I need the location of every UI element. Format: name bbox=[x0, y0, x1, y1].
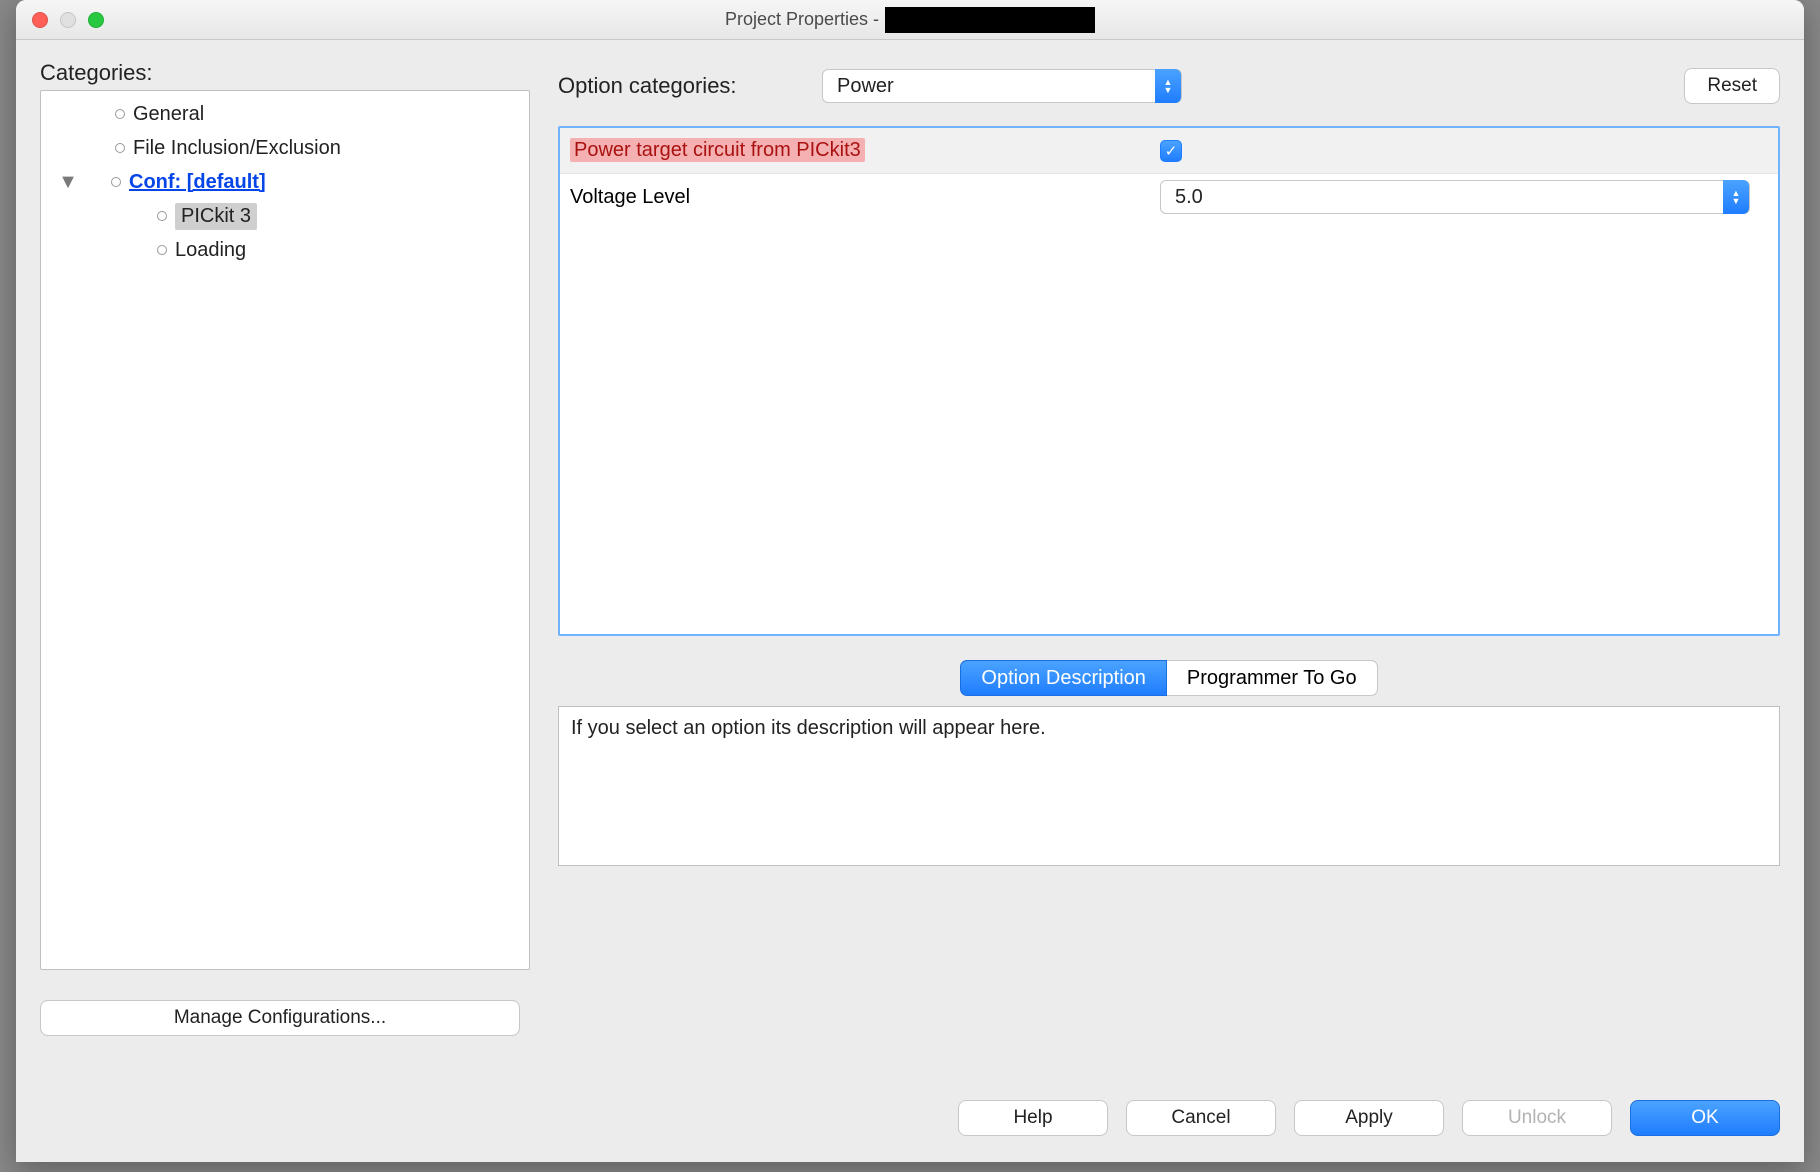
voltage-level-select[interactable]: 5.0 ▲▼ bbox=[1160, 180, 1750, 214]
window-title: Project Properties - bbox=[16, 7, 1804, 33]
bullet-icon bbox=[157, 211, 167, 221]
option-row-voltage-level[interactable]: Voltage Level 5.0 ▲▼ bbox=[560, 174, 1778, 220]
apply-button[interactable]: Apply bbox=[1294, 1100, 1444, 1136]
dialog-footer: Help Cancel Apply Unlock OK bbox=[40, 1074, 1780, 1162]
option-row-power-target[interactable]: Power target circuit from PICkit3 ✓ bbox=[560, 128, 1778, 174]
tree-item-label: Conf: [default] bbox=[129, 171, 266, 194]
categories-label: Categories: bbox=[40, 60, 530, 86]
updown-icon: ▲▼ bbox=[1723, 180, 1749, 214]
power-target-checkbox[interactable]: ✓ bbox=[1160, 140, 1182, 162]
bullet-icon bbox=[115, 109, 125, 119]
ok-button[interactable]: OK bbox=[1630, 1100, 1780, 1136]
tree-item-file-inclusion[interactable]: File Inclusion/Exclusion bbox=[41, 131, 529, 165]
tree-item-loading[interactable]: Loading bbox=[41, 233, 529, 267]
manage-configurations-button[interactable]: Manage Configurations... bbox=[40, 1000, 520, 1036]
tree-item-conf-default[interactable]: ▼ Conf: [default] bbox=[41, 165, 529, 199]
disclosure-triangle-icon[interactable]: ▼ bbox=[59, 171, 77, 194]
reset-button[interactable]: Reset bbox=[1684, 68, 1780, 104]
option-categories-label: Option categories: bbox=[558, 73, 798, 99]
updown-icon: ▲▼ bbox=[1155, 69, 1181, 103]
cancel-button[interactable]: Cancel bbox=[1126, 1100, 1276, 1136]
tab-programmer-to-go[interactable]: Programmer To Go bbox=[1167, 660, 1378, 696]
unlock-button[interactable]: Unlock bbox=[1462, 1100, 1612, 1136]
tree-item-label: PICkit 3 bbox=[175, 203, 257, 230]
tree-item-general[interactable]: General bbox=[41, 97, 529, 131]
tree-item-pickit3[interactable]: PICkit 3 bbox=[41, 199, 529, 233]
bullet-icon bbox=[111, 177, 121, 187]
categories-tree[interactable]: General File Inclusion/Exclusion ▼ Conf:… bbox=[40, 90, 530, 970]
tree-item-label: File Inclusion/Exclusion bbox=[133, 137, 341, 160]
option-label: Voltage Level bbox=[570, 186, 1160, 209]
tree-item-label: Loading bbox=[175, 239, 246, 262]
select-value: 5.0 bbox=[1175, 186, 1203, 209]
select-value: Power bbox=[837, 75, 894, 98]
project-properties-window: Project Properties - Categories: General… bbox=[16, 0, 1804, 1162]
options-panel: Power target circuit from PICkit3 ✓ Volt… bbox=[558, 126, 1780, 636]
option-label: Power target circuit from PICkit3 bbox=[570, 138, 865, 162]
redacted-title-segment bbox=[885, 7, 1095, 33]
option-categories-select[interactable]: Power ▲▼ bbox=[822, 69, 1182, 103]
bullet-icon bbox=[115, 143, 125, 153]
help-button[interactable]: Help bbox=[958, 1100, 1108, 1136]
titlebar[interactable]: Project Properties - bbox=[16, 0, 1804, 40]
bullet-icon bbox=[157, 245, 167, 255]
tab-option-description[interactable]: Option Description bbox=[960, 660, 1167, 696]
tree-item-label: General bbox=[133, 103, 204, 126]
description-tabs: Option Description Programmer To Go bbox=[558, 660, 1780, 696]
option-description-text: If you select an option its description … bbox=[558, 706, 1780, 866]
